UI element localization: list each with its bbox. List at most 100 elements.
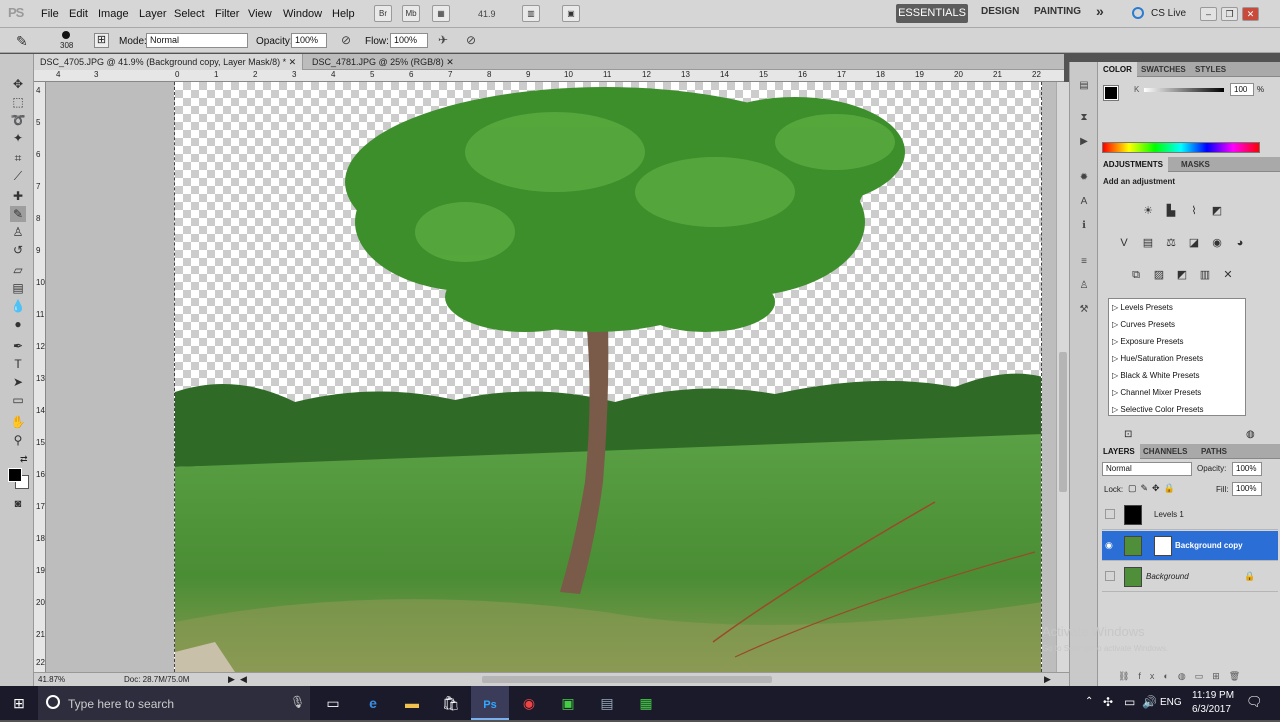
close-tab-icon[interactable]: ✕ (289, 57, 297, 67)
histogram-icon[interactable]: ▤ (1076, 80, 1092, 94)
fill-field[interactable]: 100% (1232, 482, 1262, 496)
tablet-size-icon[interactable]: ⊘ (466, 33, 476, 47)
gradient-map-icon[interactable]: ▥ (1197, 268, 1213, 282)
store-icon[interactable]: 🛍 (432, 686, 470, 720)
foreground-color-swatch[interactable] (1103, 85, 1119, 101)
blend-mode-select[interactable]: Normal (1102, 462, 1192, 476)
mode-select[interactable]: Normal (146, 33, 248, 48)
photoshop-taskbar-icon[interactable]: Ps (471, 686, 509, 720)
selective-color-icon[interactable]: ✕ (1220, 268, 1236, 282)
menu-edit[interactable]: Edit (69, 8, 88, 20)
flow-field[interactable]: 100% (390, 33, 428, 48)
menu-help[interactable]: Help (332, 8, 355, 20)
color-balance-icon[interactable]: ⚖ (1163, 236, 1179, 250)
levels-icon[interactable]: ▙ (1163, 204, 1179, 218)
clip-to-layer-icon[interactable]: ⊡ (1124, 429, 1132, 440)
visibility-toggle[interactable] (1105, 571, 1115, 581)
document-app-icon[interactable]: ▤ (588, 686, 626, 720)
menu-file[interactable]: File (41, 8, 59, 20)
file-explorer-icon[interactable]: ▬ (393, 686, 431, 720)
arrange-documents-icon[interactable]: ▥ (522, 5, 540, 22)
more-workspaces-icon[interactable]: » (1096, 3, 1104, 19)
menu-layer[interactable]: Layer (139, 8, 167, 20)
close-button[interactable]: ✕ (1242, 7, 1259, 21)
actions-icon[interactable]: ▶ (1076, 136, 1092, 150)
blur-tool-icon[interactable]: 💧 (10, 298, 26, 314)
tab-paths[interactable]: PATHS (1196, 444, 1232, 459)
layer-name[interactable]: Background copy (1175, 541, 1243, 550)
lasso-tool-icon[interactable]: ➰ (10, 112, 26, 128)
workspace-painting[interactable]: PAINTING (1034, 6, 1081, 17)
photo-filter-icon[interactable]: ◉ (1209, 236, 1225, 250)
maximize-button[interactable]: ❐ (1221, 7, 1238, 21)
zoom-tool-icon[interactable]: ⚲ (10, 432, 26, 448)
layer-opacity-field[interactable]: 100% (1232, 462, 1262, 476)
layer-thumbnail[interactable] (1124, 536, 1142, 556)
zoom-level[interactable]: 41.9 (478, 9, 496, 19)
curves-icon[interactable]: ⌇ (1186, 204, 1202, 218)
path-select-tool-icon[interactable]: ➤ (10, 374, 26, 390)
volume-icon[interactable]: 🔊 (1142, 695, 1157, 709)
vibrance-icon[interactable]: V (1116, 236, 1132, 250)
tab-color[interactable]: COLOR (1098, 62, 1137, 77)
workspace-essentials[interactable]: ESSENTIALS (896, 4, 968, 23)
chrome-icon[interactable]: ◉ (510, 686, 548, 720)
tab-swatches[interactable]: SWATCHES (1136, 62, 1191, 77)
black-white-presets-item[interactable]: ▷ Black & White Presets (1112, 371, 1200, 380)
tab-masks[interactable]: MASKS (1176, 157, 1215, 172)
menu-view[interactable]: View (248, 8, 272, 20)
exposure-icon[interactable]: ◩ (1209, 204, 1225, 218)
visibility-toggle[interactable] (1105, 509, 1115, 519)
opacity-field[interactable]: 100% (291, 33, 327, 48)
workspace-design[interactable]: DESIGN (981, 6, 1019, 17)
layer-row-background[interactable]: Background 🔒 (1102, 562, 1278, 592)
crop-tool-icon[interactable]: ⌗ (10, 150, 26, 166)
excel-icon[interactable]: ▦ (627, 686, 665, 720)
layers-footer-icons[interactable]: ⛓fx◐◍▭⊞🗑 (1118, 671, 1249, 682)
menu-filter[interactable]: Filter (215, 8, 239, 20)
search-box[interactable]: Type here to search 🎙 (38, 686, 310, 720)
threshold-icon[interactable]: ◩ (1174, 268, 1190, 282)
hue-saturation-presets-item[interactable]: ▷ Hue/Saturation Presets (1112, 354, 1203, 363)
selective-color-presets-item[interactable]: ▷ Selective Color Presets (1112, 405, 1204, 414)
clone-source-icon[interactable]: ♙ (1076, 280, 1092, 294)
notifications-icon[interactable]: 🗨 (1246, 694, 1263, 710)
brush-tool-icon[interactable]: ✎ (16, 33, 28, 50)
black-white-icon[interactable]: ◪ (1186, 236, 1202, 250)
tab-dsc-4781[interactable]: DSC_4781.JPG @ 25% (RGB/8) ✕ (306, 54, 460, 70)
bridge-button[interactable]: Br (374, 5, 392, 22)
status-menu-icon[interactable]: ▶ (228, 673, 235, 686)
eraser-tool-icon[interactable]: ▱ (10, 262, 26, 278)
layer-name[interactable]: Background (1146, 572, 1189, 581)
k-slider[interactable] (1144, 88, 1224, 92)
brushes-icon[interactable]: ≡ (1076, 256, 1092, 270)
cs-live-button[interactable]: CS Live (1151, 8, 1186, 19)
language-indicator[interactable]: ENG (1160, 697, 1182, 708)
pen-tool-icon[interactable]: ✒ (10, 338, 26, 354)
tab-layers[interactable]: LAYERS (1098, 444, 1140, 459)
hand-tool-icon[interactable]: ✋ (10, 414, 26, 430)
tab-channels[interactable]: CHANNELS (1138, 444, 1192, 459)
layer-row-levels[interactable]: Levels 1 (1102, 500, 1278, 530)
screen-mode-icon[interactable]: ▣ (562, 5, 580, 22)
tool-presets-icon[interactable]: ⚒ (1076, 304, 1092, 318)
status-zoom[interactable]: 41.87% (38, 673, 65, 686)
panel-options-icon[interactable]: ◍ (1246, 429, 1255, 440)
invert-icon[interactable]: ⧉ (1128, 268, 1144, 282)
tablet-opacity-icon[interactable]: ⊘ (341, 33, 351, 47)
dodge-tool-icon[interactable]: ● (10, 316, 26, 332)
horizontal-scroll-thumb[interactable] (482, 676, 772, 683)
eye-icon[interactable]: ◉ (1105, 540, 1113, 551)
scroll-left-icon[interactable]: ◀ (240, 673, 247, 686)
layer-thumbnail[interactable] (1124, 567, 1142, 587)
marquee-tool-icon[interactable]: ⬚ (10, 94, 26, 110)
close-tab-icon[interactable]: ✕ (446, 57, 454, 67)
mini-bridge-button[interactable]: Mb (402, 5, 420, 22)
minimize-button[interactable]: – (1200, 7, 1217, 21)
info-icon[interactable]: ℹ (1076, 220, 1092, 234)
layer-name[interactable]: Levels 1 (1154, 510, 1184, 519)
quick-select-tool-icon[interactable]: ✦ (10, 130, 26, 146)
channel-mixer-icon[interactable]: ◕ (1232, 236, 1248, 250)
canvas-area[interactable] (46, 82, 1056, 672)
lock-options-icon[interactable]: ▢✎✥🔒 (1128, 483, 1179, 494)
